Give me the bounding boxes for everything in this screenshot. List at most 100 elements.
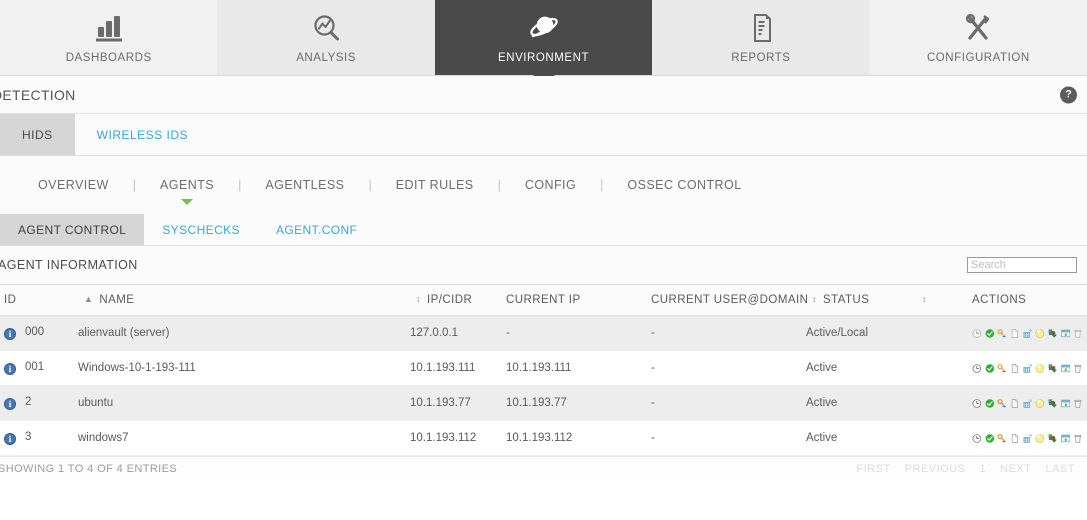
tab-agent-control-label: AGENT CONTROL — [18, 222, 127, 237]
table-row[interactable]: i2 ubuntu 10.1.193.77 10.1.193.77 - Acti… — [0, 385, 1087, 421]
cell-current-user-domain: - — [651, 420, 806, 456]
cell-id-value: 3 — [25, 431, 32, 443]
sort-asc-icon[interactable]: ▲ — [84, 295, 93, 304]
bar-chart-icon — [92, 11, 126, 45]
link-config[interactable]: CONFIG — [523, 178, 578, 192]
sort-both-icon-ipcidr[interactable]: ↕ — [416, 295, 421, 304]
pagination-next[interactable]: NEXT — [1000, 463, 1031, 475]
check-circle-icon[interactable] — [985, 362, 995, 375]
clock-icon[interactable] — [972, 327, 982, 340]
tab-wireless-ids[interactable]: WIRELESS IDS — [74, 114, 211, 155]
cell-actions — [972, 350, 1087, 386]
link-agentless[interactable]: AGENTLESS — [263, 178, 346, 192]
table-row[interactable]: i3 windows7 10.1.193.112 10.1.193.112 - … — [0, 420, 1087, 456]
cell-id: i2 — [0, 385, 78, 421]
table-row[interactable]: i 000 alienvault (server) 127.0.0.1 - - A… — [0, 315, 1087, 351]
tab-syschecks[interactable]: SYSCHECKS — [144, 214, 258, 245]
col-header-ip-cidr[interactable]: ↕ IP/CIDR — [410, 284, 506, 316]
link-separator-3: | — [368, 178, 372, 192]
network-chart-icon[interactable] — [1023, 397, 1033, 410]
tab-agent-conf[interactable]: AGENT.CONF — [258, 214, 375, 245]
help-icon[interactable]: ? — [1060, 86, 1077, 103]
col-header-current-user-domain[interactable]: CURRENT USER@DOMAIN — [651, 284, 808, 316]
col-header-current-ip[interactable]: CURRENT IP — [506, 284, 651, 316]
window-upload-icon[interactable] — [1061, 327, 1071, 340]
cell-id: i 000 — [0, 315, 78, 351]
download-icon[interactable] — [1048, 432, 1058, 445]
col-header-name[interactable]: ▲ NAME — [78, 284, 410, 316]
pie-chart-icon[interactable] — [1035, 432, 1045, 445]
topnav-item-environment[interactable]: ENVIRONMENT — [434, 0, 653, 85]
topnav-item-analysis[interactable]: ANALYSIS — [217, 0, 435, 75]
col-header-status-sorter[interactable]: ↕ — [916, 284, 972, 316]
pagination: FIRST PREVIOUS 1 NEXT LAST — [856, 463, 1075, 475]
cell-id: i3 — [0, 420, 78, 456]
page-title: DETECTION — [0, 86, 76, 103]
link-overview[interactable]: OVERVIEW — [36, 178, 111, 192]
tab-hids[interactable]: HIDS — [0, 114, 75, 155]
file-icon[interactable] — [1010, 397, 1020, 410]
key-icon[interactable] — [997, 362, 1007, 375]
tab-agent-conf-label: AGENT.CONF — [275, 222, 358, 237]
check-circle-icon[interactable] — [985, 432, 995, 445]
network-chart-icon[interactable] — [1023, 327, 1033, 340]
trash-icon[interactable] — [1073, 327, 1083, 340]
file-icon[interactable] — [1010, 432, 1020, 445]
clock-icon[interactable] — [972, 362, 982, 375]
network-chart-icon[interactable] — [1023, 362, 1033, 375]
pagination-last[interactable]: LAST — [1045, 463, 1075, 475]
link-edit-rules[interactable]: EDIT RULES — [394, 178, 476, 192]
cell-current-ip: - — [506, 315, 651, 351]
col-header-actions: ACTIONS — [972, 284, 1087, 316]
window-upload-icon[interactable] — [1061, 362, 1071, 375]
topnav-item-reports[interactable]: REPORTS — [652, 0, 870, 75]
clock-icon[interactable] — [972, 397, 982, 410]
info-icon[interactable]: i — [4, 363, 16, 375]
col-header-id[interactable]: ID — [0, 284, 78, 316]
window-upload-icon[interactable] — [1061, 397, 1071, 410]
sort-both-icon-user[interactable]: ↕ — [812, 295, 817, 304]
trash-icon[interactable] — [1073, 397, 1083, 410]
info-icon[interactable]: i — [4, 398, 16, 410]
topnav-item-dashboards[interactable]: DASHBOARDS — [0, 0, 218, 75]
search-input[interactable] — [967, 257, 1077, 273]
cell-status: Active/Local — [806, 315, 972, 351]
clock-icon[interactable] — [972, 432, 982, 445]
sort-both-icon-status[interactable]: ↕ — [922, 295, 927, 304]
link-ossec-control[interactable]: OSSEC CONTROL — [625, 178, 743, 192]
pagination-previous[interactable]: PREVIOUS — [905, 463, 966, 475]
secondary-link-bar: OVERVIEW | AGENTS | AGENTLESS | EDIT RUL… — [0, 156, 1087, 214]
check-circle-icon[interactable] — [985, 397, 995, 410]
link-agents[interactable]: AGENTS — [158, 178, 216, 192]
cell-name: Windows-10-1-193-111 — [78, 350, 410, 386]
trash-icon[interactable] — [1073, 432, 1083, 445]
info-icon[interactable]: i — [4, 328, 16, 340]
pie-chart-icon[interactable] — [1035, 397, 1045, 410]
key-icon[interactable] — [997, 397, 1007, 410]
info-icon[interactable]: i — [4, 433, 16, 445]
download-icon[interactable] — [1048, 327, 1058, 340]
key-icon[interactable] — [997, 432, 1007, 445]
download-icon[interactable] — [1048, 362, 1058, 375]
file-icon[interactable] — [1010, 362, 1020, 375]
page-title-bar: DETECTION ? — [0, 76, 1087, 114]
network-chart-icon[interactable] — [1023, 432, 1033, 445]
file-icon[interactable] — [1010, 327, 1020, 340]
col-header-status[interactable]: ↕ STATUS — [806, 284, 916, 316]
check-circle-icon[interactable] — [985, 327, 995, 340]
pie-chart-icon[interactable] — [1035, 362, 1045, 375]
key-icon[interactable] — [997, 327, 1007, 340]
download-icon[interactable] — [1048, 397, 1058, 410]
topnav-item-configuration[interactable]: CONFIGURATION — [869, 0, 1087, 75]
trash-icon[interactable] — [1073, 362, 1083, 375]
pagination-page-1[interactable]: 1 — [980, 463, 987, 475]
table-row[interactable]: i 001 Windows-10-1-193-111 10.1.193.111 1… — [0, 350, 1087, 386]
window-upload-icon[interactable] — [1061, 432, 1071, 445]
table-body: i 000 alienvault (server) 127.0.0.1 - - A… — [0, 315, 1087, 456]
pie-chart-icon[interactable] — [1035, 327, 1045, 340]
pagination-first[interactable]: FIRST — [856, 463, 890, 475]
tab-agent-control[interactable]: AGENT CONTROL — [0, 214, 145, 245]
cell-current-user-domain: - — [651, 385, 806, 421]
cell-name: ubuntu — [78, 385, 410, 421]
cell-status: Active — [806, 420, 972, 456]
